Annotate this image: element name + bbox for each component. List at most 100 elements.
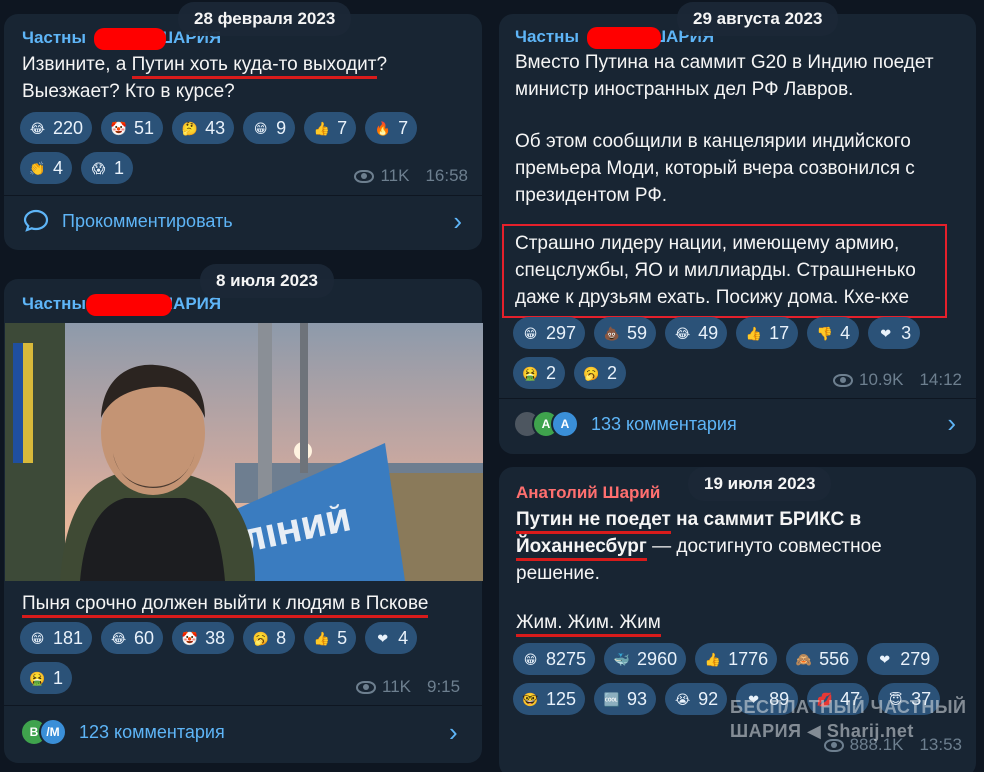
- commenter-avatars: В /М: [20, 718, 67, 746]
- message-text: Путин не поедет на саммит БРИКС в Йоханн…: [516, 509, 882, 584]
- reaction-count: 9: [276, 117, 287, 138]
- heart-emoji: ❤: [880, 325, 892, 341]
- rofl-emoji: 😂: [29, 120, 46, 136]
- poop-emoji: 💩: [603, 325, 620, 341]
- reaction-chip[interactable]: 😂 60: [101, 622, 164, 654]
- reaction-chip[interactable]: ❤ 279: [867, 643, 940, 675]
- view-count: 11K: [380, 166, 410, 185]
- chevron-right-icon[interactable]: ›: [947, 408, 956, 439]
- cool-emoji: 🆒: [603, 691, 620, 707]
- reaction-count: 4: [53, 157, 64, 178]
- reaction-chip[interactable]: 🐳 2960: [604, 643, 687, 675]
- redaction-mark: [94, 28, 166, 50]
- reaction-count: 59: [627, 322, 648, 343]
- grin-emoji: 😁: [523, 651, 538, 667]
- post-card: Частны ШАРИЯ Извините, а Путин хоть куда-…: [4, 14, 482, 250]
- reaction-chip[interactable]: 😭 92: [665, 683, 728, 715]
- chevron-right-icon[interactable]: ›: [449, 717, 458, 748]
- reaction-count: 51: [134, 117, 155, 138]
- rofl-emoji: 😂: [110, 630, 127, 646]
- message-meta: 11K 16:58: [354, 166, 468, 186]
- reaction-count: 5: [337, 627, 348, 648]
- eye-icon: [354, 169, 375, 183]
- reaction-count: 220: [53, 117, 84, 138]
- comment-button[interactable]: Прокомментировать: [22, 207, 233, 235]
- reaction-count: 1: [114, 157, 125, 178]
- reaction-chip[interactable]: 😂 220: [20, 112, 93, 144]
- channel-name[interactable]: Анатолий Шарий: [516, 483, 660, 503]
- reaction-count: 17: [769, 322, 790, 343]
- reaction-chip[interactable]: 😁 9: [243, 112, 296, 144]
- reaction-chip[interactable]: 🤔 43: [172, 112, 235, 144]
- reaction-chip[interactable]: 👍 1776: [695, 643, 778, 675]
- reaction-count: 7: [337, 117, 348, 138]
- comments-button[interactable]: A A 133 комментария: [513, 410, 737, 438]
- reaction-chip[interactable]: 🤡 51: [101, 112, 164, 144]
- reaction-count: 1776: [728, 648, 769, 669]
- grin-emoji: 😁: [253, 120, 268, 136]
- reaction-count: 43: [205, 117, 226, 138]
- message-text: Жим. Жим. Жим: [516, 609, 661, 637]
- reaction-chip[interactable]: 🔥 7: [365, 112, 418, 144]
- thumbs-up-emoji: 👍: [745, 325, 762, 341]
- reaction-count: 4: [840, 322, 851, 343]
- reaction-chip[interactable]: 🤡 38: [172, 622, 235, 654]
- reaction-count: 181: [53, 627, 84, 648]
- watermark-text: БЕСПЛАТНЫЙ ЧАСТНЫЙ: [730, 697, 967, 717]
- date-separator: 19 июля 2023: [688, 467, 832, 501]
- vomit-emoji: 🤮: [522, 365, 539, 381]
- reaction-count: 4: [398, 627, 409, 648]
- reaction-count: 2: [607, 362, 618, 383]
- whale-emoji: 🐳: [613, 651, 630, 667]
- reaction-chip[interactable]: 🤮 2: [513, 357, 566, 389]
- message-time: 16:58: [425, 166, 468, 185]
- message-paragraph: Страшно лидеру нации, имеющему армию, сп…: [515, 233, 916, 308]
- reaction-chip[interactable]: 👍 7: [304, 112, 357, 144]
- reaction-chip[interactable]: 💩 59: [594, 317, 657, 349]
- reaction-chip[interactable]: 😱 1: [81, 152, 134, 184]
- reaction-chip[interactable]: ❤ 4: [365, 622, 418, 654]
- message-time: 9:15: [427, 677, 461, 696]
- post-photo[interactable]: ІЛІНИЙ: [5, 323, 483, 581]
- reaction-chip[interactable]: 😂 49: [665, 317, 728, 349]
- grin-emoji: 😁: [30, 630, 45, 646]
- reaction-chip[interactable]: 😁 297: [513, 317, 586, 349]
- date-separator: 29 августа 2023: [677, 2, 839, 36]
- reaction-chip[interactable]: 🤮 1: [20, 662, 73, 694]
- reaction-chip[interactable]: 🤓 125: [513, 683, 586, 715]
- reaction-chip[interactable]: 🥱 2: [574, 357, 627, 389]
- redaction-mark: [86, 294, 172, 316]
- reaction-chip[interactable]: 🥱 8: [243, 622, 296, 654]
- avatar: A: [551, 410, 579, 438]
- reaction-count: 556: [819, 648, 850, 669]
- reaction-count: 92: [698, 688, 719, 709]
- divider: [4, 195, 482, 196]
- reaction-chip[interactable]: 👎 4: [807, 317, 860, 349]
- reaction-chip[interactable]: 👍 5: [304, 622, 357, 654]
- message-text: Пыня срочно должен выйти к людям в Псков…: [22, 590, 472, 618]
- photo-scene: ІЛІНИЙ: [5, 323, 483, 581]
- reaction-chip[interactable]: 😁 8275: [513, 643, 596, 675]
- divider: [4, 705, 482, 706]
- yawn-emoji: 🥱: [583, 365, 600, 381]
- reaction-count: 3: [901, 322, 912, 343]
- thumbs-down-emoji: 👎: [816, 325, 833, 341]
- message-paragraph: Вместо Путина на саммит G20 в Индию поед…: [515, 52, 934, 100]
- reaction-chip[interactable]: 😁 181: [20, 622, 93, 654]
- date-separator: 28 февраля 2023: [178, 2, 352, 36]
- reaction-chip[interactable]: 👏 4: [20, 152, 73, 184]
- chevron-right-icon[interactable]: ›: [453, 206, 462, 237]
- reaction-chip[interactable]: 🆒 93: [594, 683, 657, 715]
- scream-emoji: 😱: [91, 160, 106, 176]
- thumbs-up-emoji: 👍: [313, 120, 330, 136]
- reaction-count: 49: [698, 322, 719, 343]
- comments-button[interactable]: В /М 123 комментария: [20, 718, 225, 746]
- nerd-emoji: 🤓: [522, 691, 539, 707]
- reaction-chip[interactable]: 👍 17: [736, 317, 799, 349]
- comment-count-label: 133 комментария: [591, 413, 737, 434]
- message-time: 13:53: [919, 735, 962, 754]
- reaction-chip[interactable]: ❤ 3: [868, 317, 921, 349]
- comment-count-label: 123 комментария: [79, 721, 225, 742]
- reaction-count: 7: [398, 117, 409, 138]
- reaction-chip[interactable]: 🙈 556: [786, 643, 859, 675]
